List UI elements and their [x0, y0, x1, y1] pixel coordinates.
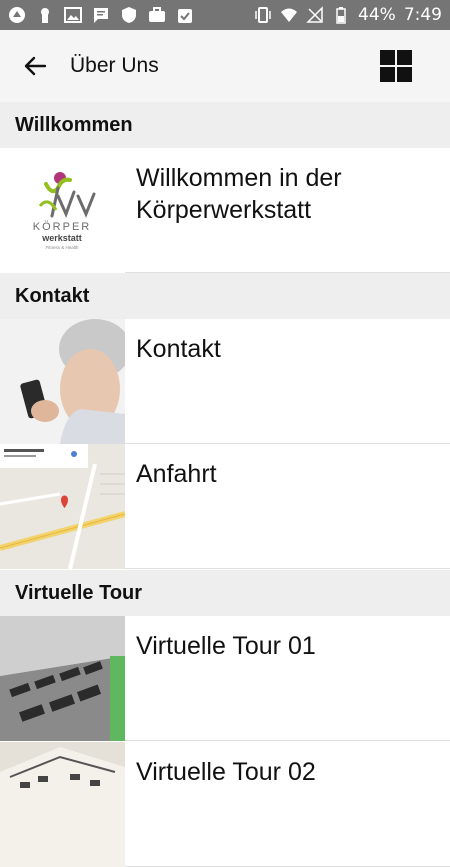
checklist-icon: [178, 9, 192, 23]
work-briefcase-icon: [149, 7, 165, 22]
logo-tagline-text: Fitness & Health: [45, 245, 79, 250]
phone-photo-thumbnail: [0, 319, 125, 444]
wifi-icon: [281, 8, 298, 22]
image-icon: [64, 7, 82, 23]
no-signal-icon: [306, 6, 323, 23]
battery-icon: [336, 7, 346, 24]
gym-floorplan-thumbnail: [0, 742, 125, 867]
list-item-label: Virtuelle Tour 02: [136, 758, 316, 786]
list-item-virtuelle-tour-02[interactable]: Virtuelle Tour 02: [0, 742, 450, 867]
vibrate-icon: [255, 7, 271, 23]
gym-render-thumbnail: [0, 616, 125, 741]
arrow-left-icon: [24, 56, 47, 76]
koerperwerkstatt-logo: KÖRPER werkstatt Fitness & Health: [0, 148, 125, 273]
app-notification-icon: [9, 7, 25, 23]
logo-sub-text: werkstatt: [41, 233, 82, 243]
back-button[interactable]: [0, 30, 70, 102]
list-item-label: Willkommen in der Körperwerkstatt: [136, 164, 342, 224]
section-header-virtuelle-tour: Virtuelle Tour: [0, 570, 450, 616]
map-thumbnail: [0, 444, 125, 569]
app-bar: Über Uns: [0, 30, 450, 102]
list-item-label: Virtuelle Tour 01: [136, 632, 316, 660]
clock: 7:49: [403, 5, 442, 25]
section-header-kontakt: Kontakt: [0, 273, 450, 319]
list-item-anfahrt[interactable]: Anfahrt: [0, 444, 450, 569]
battery-percentage: 44%: [358, 5, 396, 25]
shield-icon: [122, 7, 136, 23]
list-item-virtuelle-tour-01[interactable]: Virtuelle Tour 01: [0, 616, 450, 741]
list-item-label: Kontakt: [136, 335, 221, 363]
list-item-kontakt[interactable]: Kontakt: [0, 319, 450, 444]
list-item-willkommen[interactable]: KÖRPER werkstatt Fitness & Health Willko…: [0, 148, 450, 273]
status-bar: 44% 7:49: [0, 0, 450, 30]
message-icon: [94, 8, 108, 23]
list-item-label: Anfahrt: [136, 460, 217, 488]
keyhole-icon: [41, 8, 49, 23]
grid-view-icon: [380, 50, 395, 65]
section-header-willkommen: Willkommen: [0, 102, 450, 148]
logo-name-text: KÖRPER: [33, 221, 91, 233]
page-title: Über Uns: [70, 54, 159, 77]
grid-view-button[interactable]: [380, 50, 412, 82]
